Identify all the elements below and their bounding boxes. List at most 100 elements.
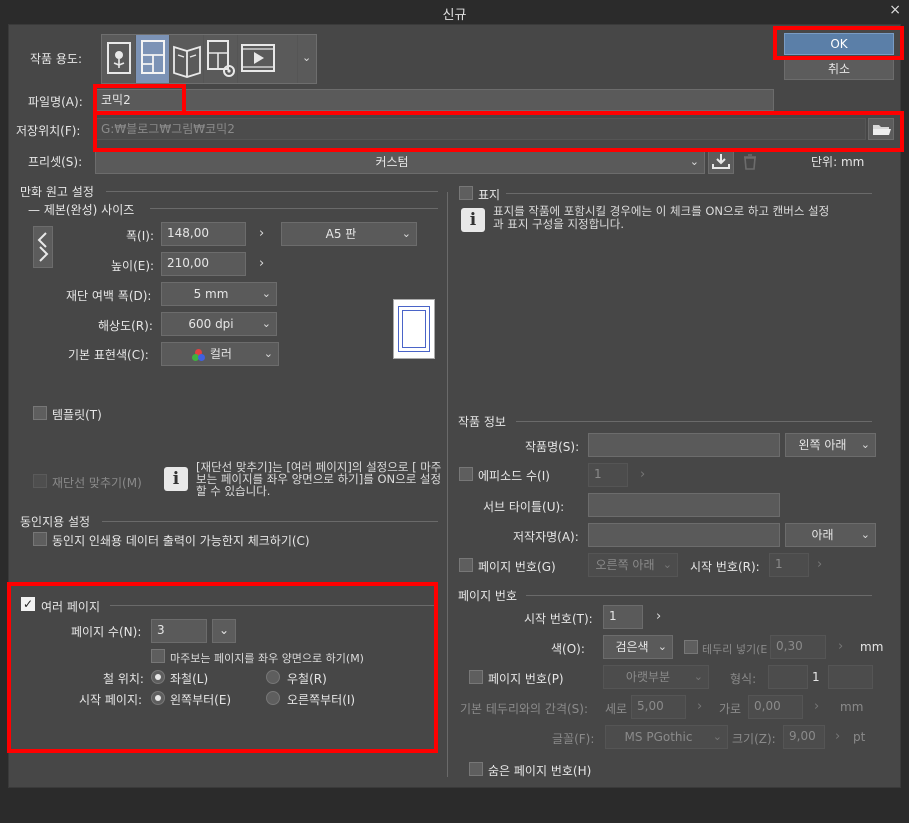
chevron-right-icon[interactable]: › (697, 699, 702, 714)
height-label: 높이(E): (111, 259, 155, 273)
chevron-right-icon[interactable]: › (814, 699, 819, 714)
num-page-position-select[interactable]: 아랫부분 ⌄ (603, 665, 709, 689)
binding-right-label: 우철(R) (287, 672, 327, 686)
numbering-title: 페이지 번호 (458, 589, 518, 603)
author-position-select[interactable]: 아래 ⌄ (785, 523, 876, 547)
cover-label: 표지 (478, 188, 501, 202)
paper-size-select[interactable]: A5 판 ⌄ (281, 222, 417, 246)
font-size-field[interactable]: 9,00 (783, 725, 825, 749)
crop-info-text: [재단선 맞추기]는 [여러 페이지]의 설정으로 [ 마주보는 페이지를 좌우… (196, 460, 442, 498)
divider (150, 208, 438, 209)
chevron-down-icon: ⌄ (263, 347, 273, 360)
episode-field[interactable]: 1 (588, 463, 628, 487)
page-number-checkbox[interactable] (459, 558, 473, 572)
multi-page-checkbox[interactable]: ✓ (21, 597, 35, 611)
num-start-field[interactable]: 1 (603, 605, 643, 629)
paper-size-value: A5 판 (325, 227, 357, 241)
trash-icon[interactable] (740, 152, 760, 172)
chevron-down-icon: ⌄ (860, 438, 870, 451)
comic-settings-icon[interactable] (204, 35, 238, 83)
width-field[interactable]: 148,00 (161, 222, 246, 246)
bleed-select[interactable]: 5 mm ⌄ (161, 282, 277, 306)
border-label: 테두리 넣기(E (702, 643, 768, 656)
height-field[interactable]: 210,00 (161, 252, 246, 276)
facing-pages-label: 마주보는 페이지를 좌우 양면으로 하기(M) (170, 652, 364, 665)
chevron-right-icon[interactable]: › (835, 729, 840, 744)
start-right-radio[interactable] (266, 691, 280, 705)
folder-icon[interactable] (868, 118, 894, 140)
episode-checkbox[interactable] (459, 467, 473, 481)
location-field[interactable]: G:₩블로그₩그림₩코믹2 (95, 118, 866, 140)
chevron-down-icon[interactable]: ⌄ (212, 619, 236, 643)
font-size-unit: pt (853, 730, 866, 744)
chevron-right-icon[interactable]: › (656, 609, 661, 624)
usage-selector[interactable]: ⌄ (101, 34, 317, 84)
hidden-number-checkbox[interactable] (469, 762, 483, 776)
chevron-right-icon[interactable]: › (259, 256, 264, 271)
num-color-label: 색(O): (551, 642, 585, 656)
size-section-title: — 제본(완성) 사이즈 (28, 203, 135, 217)
comic-icon[interactable] (136, 35, 170, 83)
font-select[interactable]: MS PGothic ⌄ (605, 725, 728, 749)
num-color-value: 검은색 (615, 640, 649, 654)
orientation-swap-icon[interactable] (33, 226, 53, 268)
author-field[interactable] (588, 523, 780, 547)
resolution-value: 600 dpi (188, 317, 234, 331)
page-number-label: 페이지 번호(G) (478, 560, 556, 574)
cancel-button[interactable]: 취소 (784, 58, 894, 80)
resolution-select[interactable]: 600 dpi ⌄ (161, 312, 277, 336)
border-width-field[interactable]: 0,30 (770, 635, 826, 659)
illustration-icon[interactable] (102, 35, 136, 83)
horizontal-field[interactable]: 0,00 (748, 695, 803, 719)
save-preset-icon[interactable] (708, 150, 734, 174)
work-name-field[interactable] (588, 433, 780, 457)
color-mode-select[interactable]: 컬러 ⌄ (161, 342, 279, 366)
num-page-checkbox[interactable] (469, 670, 483, 684)
info-icon: i (461, 208, 485, 232)
filename-field[interactable]: 코믹2 (95, 89, 774, 111)
page-count-field[interactable]: 3 (151, 619, 207, 643)
filename-label: 파일명(A): (28, 95, 83, 109)
chevron-down-icon: ⌄ (860, 528, 870, 541)
animation-icon[interactable] (238, 35, 298, 83)
subtitle-label: 서브 타이틀(U): (483, 500, 565, 514)
vertical-field[interactable]: 5,00 (631, 695, 686, 719)
page-number-position-select[interactable]: 오른쪽 아래 ⌄ (588, 553, 678, 577)
font-value: MS PGothic (624, 730, 693, 744)
preset-label: 프리셋(S): (28, 155, 83, 169)
format-suffix-field[interactable] (828, 665, 873, 689)
chevron-right-icon[interactable]: › (838, 639, 843, 654)
chevron-down-icon[interactable]: ⌄ (302, 51, 311, 64)
close-icon[interactable]: × (889, 2, 901, 18)
binding-left-radio[interactable] (151, 670, 165, 684)
start-left-label: 왼쪽부터(E) (170, 693, 232, 707)
bleed-label: 재단 여백 폭(D): (66, 289, 152, 303)
chevron-down-icon: ⌄ (693, 670, 703, 683)
format-prefix-field[interactable] (768, 665, 808, 689)
preset-select[interactable]: 커스텀 ⌄ (95, 150, 705, 174)
num-color-select[interactable]: 검은색 ⌄ (603, 635, 673, 659)
template-checkbox[interactable] (33, 406, 47, 420)
work-info-title: 작품 정보 (458, 415, 506, 429)
num-start-label: 시작 번호(T): (524, 612, 593, 626)
cover-checkbox[interactable] (459, 186, 473, 200)
chevron-right-icon[interactable]: › (817, 557, 822, 572)
binding-left-label: 좌철(L) (170, 672, 209, 686)
page-start-field[interactable]: 1 (769, 553, 809, 577)
doujin-checkbox[interactable] (33, 532, 47, 546)
binding-right-radio[interactable] (266, 670, 280, 684)
ok-button[interactable]: OK (784, 33, 894, 55)
chevron-right-icon[interactable]: › (640, 467, 645, 482)
episode-label: 에피소드 수(I) (478, 469, 550, 483)
format-value: 1 (812, 670, 820, 684)
chevron-right-icon[interactable]: › (259, 226, 264, 241)
subtitle-field[interactable] (588, 493, 780, 517)
start-left-radio[interactable] (151, 691, 165, 705)
border-unit: mm (860, 640, 884, 654)
work-name-position-select[interactable]: 왼쪽 아래 ⌄ (785, 433, 876, 457)
crop-mark-label: 재단선 맞추기(M) (52, 476, 142, 490)
crop-mark-checkbox[interactable] (33, 474, 47, 488)
border-checkbox[interactable] (684, 640, 698, 654)
facing-pages-checkbox[interactable] (151, 649, 165, 663)
book-icon[interactable] (170, 35, 204, 83)
